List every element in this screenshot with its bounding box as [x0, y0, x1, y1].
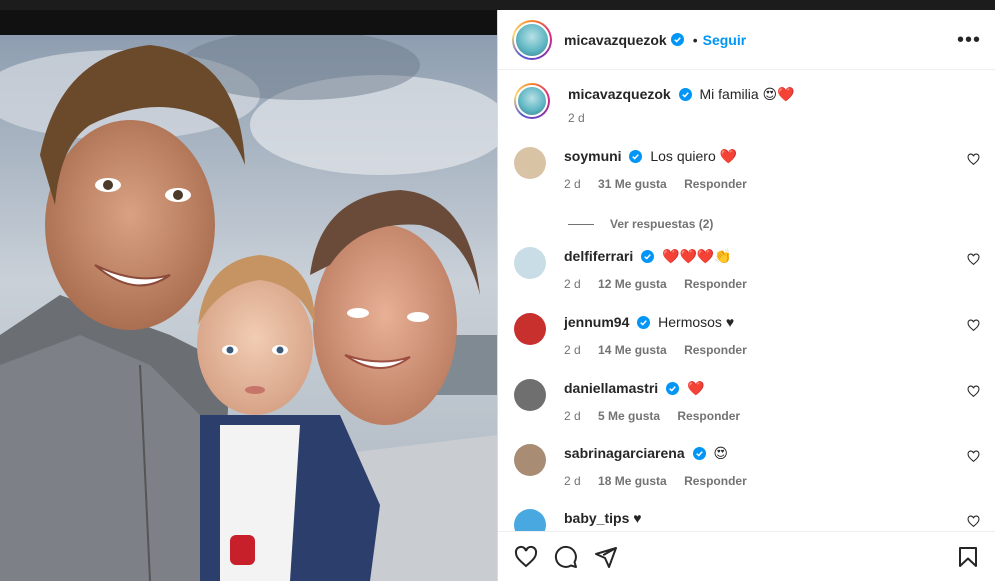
heart-icon[interactable]	[967, 319, 980, 332]
comment-item: jennum94 Hermosos ♥ 2 d 14 Me gusta Resp…	[514, 313, 984, 359]
verified-icon	[670, 33, 684, 46]
reply-button[interactable]: Responder	[684, 474, 747, 488]
post-header: micavazquezok • Seguir •••	[498, 10, 995, 70]
comment-item: daniellamastri ❤️ 2 d 5 Me gusta Respond…	[514, 379, 984, 425]
comment-avatar[interactable]	[514, 247, 546, 279]
comment-username[interactable]: sabrinagarciarena	[564, 445, 685, 461]
comment-text: ❤️❤️❤️👏	[662, 248, 732, 264]
comment-avatar[interactable]	[514, 509, 546, 531]
comment-likes[interactable]: 14 Me gusta	[598, 343, 667, 357]
comment-item: delfiferrari ❤️❤️❤️👏 2 d 12 Me gusta Res…	[514, 247, 984, 293]
comment-time: 2 d	[564, 177, 581, 191]
verified-icon	[678, 88, 692, 101]
reply-button[interactable]: Responder	[677, 409, 740, 423]
window-top-bar	[0, 0, 995, 10]
post-photo-area	[0, 10, 497, 581]
post-side-panel: micavazquezok • Seguir ••• micavazquezok…	[497, 10, 995, 581]
comment-icon[interactable]	[554, 545, 578, 569]
comment-text: ♥	[633, 510, 642, 526]
caption-avatar[interactable]	[514, 83, 550, 119]
reply-button[interactable]: Responder	[684, 343, 747, 357]
comment-item: soymuni Los quiero ❤️ 2 d 31 Me gusta Re…	[514, 147, 984, 193]
share-icon[interactable]	[594, 545, 618, 569]
comment-text-block: daniellamastri ❤️ 2 d 5 Me gusta Respond…	[564, 379, 754, 425]
caption-time: 2 d	[568, 111, 585, 125]
comments-list[interactable]: micavazquezok Mi familia 😍❤️ 2 d soymuni…	[498, 71, 995, 531]
comment-text: Los quiero ❤️	[650, 148, 738, 164]
comment-meta: 2 d 31 Me gusta Responder	[564, 175, 761, 193]
post-photo[interactable]	[0, 35, 497, 581]
comment-avatar[interactable]	[514, 313, 546, 345]
comment-time: 2 d	[564, 343, 581, 357]
comment-text-block: jennum94 Hermosos ♥ 2 d 14 Me gusta Resp…	[564, 313, 761, 359]
comment-username[interactable]: baby_tips	[564, 510, 629, 526]
comment-text: Hermosos ♥	[658, 314, 735, 330]
caption-text: Mi familia 😍❤️	[699, 86, 795, 102]
post-actions-bar	[498, 531, 995, 581]
heart-icon[interactable]	[967, 515, 980, 528]
comment-text-block: sabrinagarciarena 😍 2 d 18 Me gusta Resp…	[564, 444, 761, 490]
comment-text-block: soymuni Los quiero ❤️ 2 d 31 Me gusta Re…	[564, 147, 761, 193]
comment-item: sabrinagarciarena 😍 2 d 18 Me gusta Resp…	[514, 444, 984, 490]
follow-button[interactable]: Seguir	[703, 32, 747, 48]
reply-button[interactable]: Responder	[684, 277, 747, 291]
bookmark-icon[interactable]	[956, 545, 980, 569]
comment-text: 😍	[713, 445, 729, 461]
view-replies-link[interactable]: Ver respuestas (2)	[568, 217, 713, 231]
comment-meta: 2 d 14 Me gusta Responder	[564, 341, 761, 359]
author-username[interactable]: micavazquezok	[564, 32, 667, 48]
comment-text-block: baby_tips ♥	[564, 509, 642, 531]
comment-time: 2 d	[564, 474, 581, 488]
comment-avatar[interactable]	[514, 147, 546, 179]
heart-icon[interactable]	[967, 450, 980, 463]
comment-avatar[interactable]	[514, 444, 546, 476]
heart-icon[interactable]	[967, 253, 980, 266]
comment-likes[interactable]: 31 Me gusta	[598, 177, 667, 191]
verified-icon	[637, 316, 651, 329]
verified-icon	[629, 150, 643, 163]
author-avatar[interactable]	[512, 19, 552, 60]
comment-meta: 2 d 18 Me gusta Responder	[564, 472, 761, 490]
verified-icon	[666, 382, 680, 395]
comment-likes[interactable]: 5 Me gusta	[598, 409, 660, 423]
comment-username[interactable]: delfiferrari	[564, 248, 633, 264]
comment-likes[interactable]: 12 Me gusta	[598, 277, 667, 291]
heart-icon[interactable]	[967, 385, 980, 398]
comment-item: baby_tips ♥	[514, 509, 984, 531]
comment-meta: 2 d 12 Me gusta Responder	[564, 275, 761, 293]
caption-meta: 2 d	[568, 109, 795, 127]
comment-time: 2 d	[564, 409, 581, 423]
comment-time: 2 d	[564, 277, 581, 291]
caption-text-block: micavazquezok Mi familia 😍❤️ 2 d	[568, 83, 795, 127]
caption: micavazquezok Mi familia 😍❤️ 2 d	[514, 83, 984, 127]
comment-username[interactable]: soymuni	[564, 148, 622, 164]
replies-divider	[568, 223, 594, 225]
comment-text-block: delfiferrari ❤️❤️❤️👏 2 d 12 Me gusta Res…	[564, 247, 761, 293]
more-icon[interactable]: •••	[957, 30, 981, 50]
comment-likes[interactable]: 18 Me gusta	[598, 474, 667, 488]
verified-icon	[692, 447, 706, 460]
comment-text: ❤️	[686, 380, 705, 396]
view-replies-label[interactable]: Ver respuestas (2)	[610, 217, 713, 231]
comment-meta: 2 d 5 Me gusta Responder	[564, 407, 754, 425]
reply-button[interactable]: Responder	[684, 177, 747, 191]
photo-letterbox	[0, 10, 497, 35]
verified-icon	[641, 250, 655, 263]
heart-icon[interactable]	[967, 153, 980, 166]
comment-username[interactable]: daniellamastri	[564, 380, 658, 396]
comment-username[interactable]: jennum94	[564, 314, 629, 330]
separator-dot: •	[692, 31, 698, 48]
heart-icon[interactable]	[514, 545, 538, 569]
comment-avatar[interactable]	[514, 379, 546, 411]
caption-username[interactable]: micavazquezok	[568, 86, 671, 102]
